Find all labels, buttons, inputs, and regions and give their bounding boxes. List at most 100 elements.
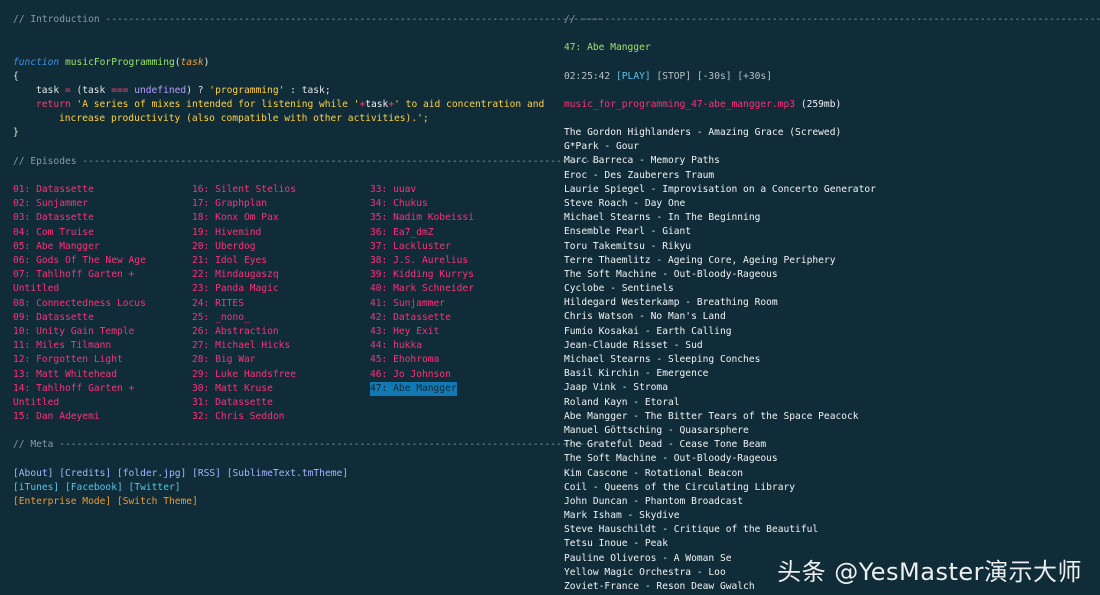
episode-link[interactable]: 24: RITES xyxy=(192,297,244,311)
track-item: The Grateful Dead - Cease Tone Beam xyxy=(564,439,767,451)
paren-close: ) xyxy=(203,57,210,68)
track-item: The Soft Machine - Out-Bloody-Rageous xyxy=(564,453,778,465)
episode-link[interactable]: 17: Graphplan xyxy=(192,197,267,211)
meta-header: // Meta --------------------------------… xyxy=(13,439,603,450)
track-item: G*Park - Gour xyxy=(564,141,640,153)
track-item: Steve Hauschildt - Critique of the Beaut… xyxy=(564,524,819,536)
track-item: Jaap Vink - Stroma xyxy=(564,382,668,394)
twitter-link[interactable]: [Twitter] xyxy=(129,482,181,493)
meta-links-row-3: [Enterprise Mode] [Switch Theme] xyxy=(13,495,198,509)
switch-theme-link[interactable]: [Switch Theme] xyxy=(117,496,198,507)
episode-link[interactable]: 08: Connectedness Locus xyxy=(13,297,146,311)
folder-link[interactable]: [folder.jpg] xyxy=(117,468,186,479)
track-item: Basil Kirchin - Emergence xyxy=(564,368,709,380)
episode-link[interactable]: 11: Miles Tilmann xyxy=(13,339,111,353)
track-item: Eroc - Des Zauberers Traum xyxy=(564,169,715,181)
episode-link[interactable]: Untitled xyxy=(13,282,59,296)
episode-link[interactable]: Untitled xyxy=(13,396,59,410)
episode-link[interactable]: 27: Michael Hicks xyxy=(192,339,290,353)
rss-link[interactable]: [RSS] xyxy=(192,468,221,479)
code-assign-op: = xyxy=(59,85,77,96)
playback-time: 02:25:42 xyxy=(564,71,611,82)
stop-button[interactable]: [STOP] xyxy=(656,71,691,82)
episode-link[interactable]: 46: Jo Johnson xyxy=(370,368,451,382)
mp3-download-link[interactable]: music_for_programming_47-abe_mangger.mp3 xyxy=(564,99,795,110)
code-line-function: function musicForProgramming(task) xyxy=(13,56,209,70)
episode-link[interactable]: 07: Tahlhoff Garten + xyxy=(13,268,134,282)
episode-link[interactable]: 03: Datassette xyxy=(13,211,94,225)
episode-link[interactable]: 10: Unity Gain Temple xyxy=(13,325,134,339)
track-item: Tetsu Inoue - Peak xyxy=(564,538,668,550)
episode-link[interactable]: 09: Datassette xyxy=(13,311,94,325)
code-ternary: ) ? xyxy=(186,85,210,96)
episode-link[interactable]: 05: Abe Mangger xyxy=(13,240,100,254)
forward-30s-button[interactable]: [+30s] xyxy=(737,71,772,82)
track-item: Chris Watson - No Man's Land xyxy=(564,311,726,323)
episode-link[interactable]: 37: Lackluster xyxy=(370,240,451,254)
enterprise-mode-link[interactable]: [Enterprise Mode] xyxy=(13,496,111,507)
episode-link[interactable]: 25: _nono_ xyxy=(192,311,250,325)
facebook-link[interactable]: [Facebook] xyxy=(65,482,123,493)
episode-link[interactable]: 40: Mark Schneider xyxy=(370,282,474,296)
episode-link[interactable]: 44: hukka xyxy=(370,339,422,353)
code-brace-close: } xyxy=(13,127,19,138)
player-controls: 02:25:42 [PLAY] [STOP] [-30s] [+30s] xyxy=(564,70,772,84)
track-item: Mark Isham - Skydive xyxy=(564,510,680,522)
episode-link[interactable]: 32: Chris Seddon xyxy=(192,410,284,424)
episode-link[interactable]: 29: Luke Handsfree xyxy=(192,368,296,382)
episode-link[interactable]: 42: Datassette xyxy=(370,311,451,325)
episode-link[interactable]: 20: Uberdog xyxy=(192,240,256,254)
episode-link[interactable]: 21: Idol Eyes xyxy=(192,254,267,268)
code-string-part2: ' to aid concentration and xyxy=(394,99,545,110)
track-item: Laurie Spiegel - Improvisation on a Conc… xyxy=(564,183,876,195)
episode-link[interactable]: 34: Chukus xyxy=(370,197,428,211)
track-item: Kim Cascone - Rotational Beacon xyxy=(564,467,744,479)
episode-link[interactable]: 15: Dan Adeyemi xyxy=(13,410,100,424)
episode-link[interactable]: 18: Konx Om Pax xyxy=(192,211,279,225)
episode-link[interactable]: 43: Hey Exit xyxy=(370,325,439,339)
track-item: John Duncan - Phantom Broadcast xyxy=(564,495,744,507)
track-item: The Gordon Highlanders - Amazing Grace (… xyxy=(564,127,842,138)
about-link[interactable]: [About] xyxy=(13,468,53,479)
episode-link[interactable]: 30: Matt Kruse xyxy=(192,382,273,396)
episode-link[interactable]: 38: J.S. Aurelius xyxy=(370,254,468,268)
episode-link[interactable]: 28: Big War xyxy=(192,353,256,367)
episode-link[interactable]: 36: Ea7_dmZ xyxy=(370,226,434,240)
track-item: Manuel Göttsching - Quasarsphere xyxy=(564,424,749,436)
episode-link[interactable]: 22: Mindaugaszq xyxy=(192,268,279,282)
episode-link[interactable]: 35: Nadim Kobeissi xyxy=(370,211,474,225)
credits-link[interactable]: [Credits] xyxy=(59,468,111,479)
episode-link[interactable]: 45: Ehohroma xyxy=(370,353,439,367)
episode-link[interactable]: 31: Datassette xyxy=(192,396,273,410)
episode-link[interactable]: 39: Kidding Kurrys xyxy=(370,268,474,282)
track-item: Michael Stearns - Sleeping Conches xyxy=(564,354,761,365)
track-item: Roland Kayn - Etoral xyxy=(564,396,680,408)
episode-link-selected[interactable]: 47: Abe Mangger xyxy=(370,381,457,396)
episode-link[interactable]: 16: Silent Stelios xyxy=(192,183,296,197)
episode-link[interactable]: 23: Panda Magic xyxy=(192,282,279,296)
episode-link[interactable]: 12: Forgotten Light xyxy=(13,353,123,367)
track-item: Hildegard Westerkamp - Breathing Room xyxy=(564,297,778,309)
code-task-ref: task xyxy=(365,99,389,110)
episode-link[interactable]: 14: Tahlhoff Garten + xyxy=(13,382,134,396)
episode-link[interactable]: 02: Sunjammer xyxy=(13,197,88,211)
meta-links-row-2: [iTunes] [Facebook] [Twitter] xyxy=(13,481,181,495)
code-brace-open: { xyxy=(13,71,19,82)
sublime-theme-link[interactable]: [SublimeText.tmTheme] xyxy=(227,468,348,479)
keyword-return: return xyxy=(36,99,71,110)
code-task-var: task xyxy=(36,85,60,96)
episode-link[interactable]: 01: Datassette xyxy=(13,183,94,197)
episode-link[interactable]: 06: Gods Of The New Age xyxy=(13,254,146,268)
episode-link[interactable]: 04: Com Truise xyxy=(13,226,94,240)
play-button[interactable]: [PLAY] xyxy=(616,71,651,82)
episode-link[interactable]: 26: Abstraction xyxy=(192,325,279,339)
track-item: Cyclobe - Sentinels xyxy=(564,283,674,295)
episode-link[interactable]: 41: Sunjammer xyxy=(370,297,445,311)
episode-link[interactable]: 19: Hivemind xyxy=(192,226,261,240)
episode-link[interactable]: 33: uuav xyxy=(370,183,416,197)
rewind-30s-button[interactable]: [-30s] xyxy=(697,71,732,82)
itunes-link[interactable]: [iTunes] xyxy=(13,482,59,493)
introduction-header: // Introduction ------------------------… xyxy=(13,14,603,25)
track-item: Coil - Queens of the Circulating Library xyxy=(564,481,796,493)
episode-link[interactable]: 13: Matt Whitehead xyxy=(13,368,117,382)
